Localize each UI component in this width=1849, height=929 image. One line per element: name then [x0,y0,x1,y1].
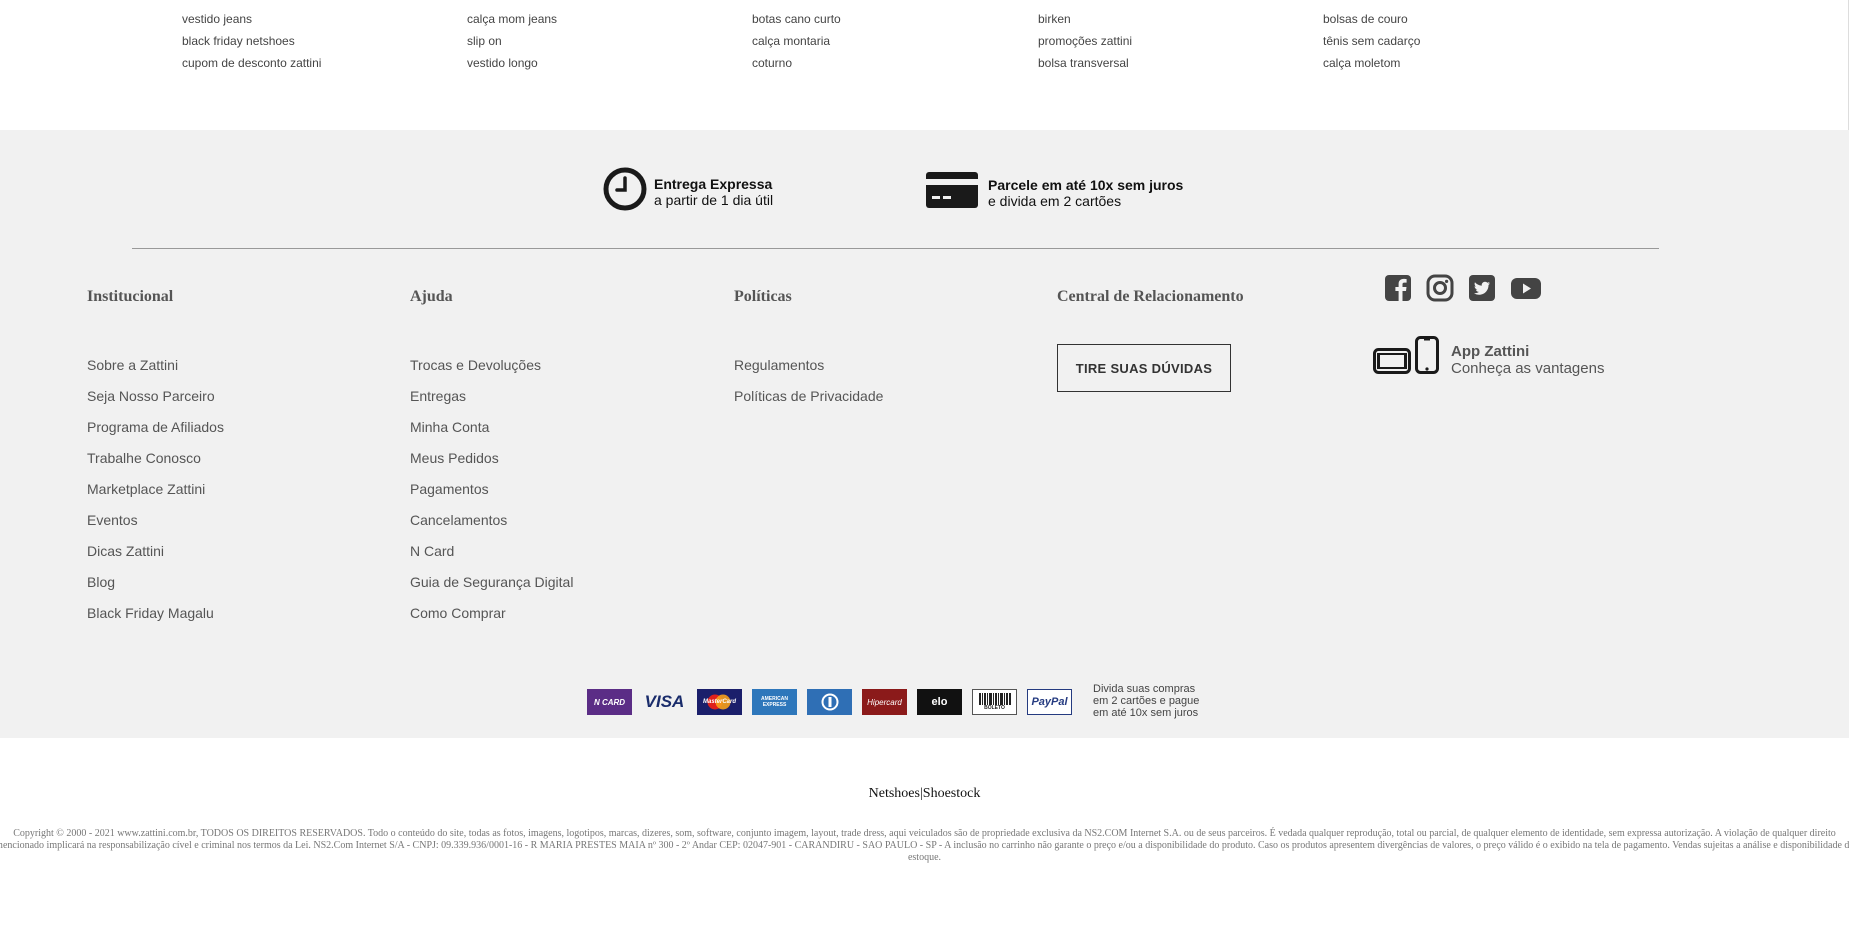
payment-methods: N CARD VISA MasterCard AMERICAN EXPRESS … [587,689,1072,715]
keyword-link[interactable]: bolsas de couro [1323,8,1420,30]
payment-label: elo [931,696,948,708]
installments-note-line: em até 10x sem juros [1093,707,1199,719]
keyword-column-2: calça mom jeans slip on vestido longo [467,8,557,74]
keyword-link[interactable]: cupom de desconto zattini [182,52,321,74]
shoestock-link[interactable]: Shoestock [923,786,981,801]
social-links [1384,274,1542,302]
payment-label: PayPal [1031,696,1068,708]
payment-label: BOLETO [984,705,1005,711]
footer-link[interactable]: Entregas [410,381,573,412]
keyword-link[interactable]: vestido jeans [182,8,321,30]
footer-link[interactable]: Programa de Afiliados [87,412,224,443]
keyword-link[interactable]: calça mom jeans [467,8,557,30]
elo-payment-icon: elo [917,689,962,715]
group-brands: Netshoes|Shoestock [0,786,1849,802]
footer-link[interactable]: Dicas Zattini [87,536,224,567]
instagram-icon[interactable] [1426,274,1454,302]
visa-payment-icon: VISA [642,689,687,715]
express-delivery-subtitle: a partir de 1 dia útil [654,191,774,208]
youtube-icon[interactable] [1510,274,1542,302]
keyword-link[interactable]: tênis sem cadarço [1323,30,1420,52]
footer-link[interactable]: Blog [87,567,224,598]
installments-text: Parcele em até 10x sem juros e divida em… [988,177,1183,209]
installments-subtitle: e divida em 2 cartões [988,192,1122,209]
twitter-icon[interactable] [1468,274,1496,302]
footer-link[interactable]: Sobre a Zattini [87,350,224,381]
footer-link[interactable]: Trocas e Devoluções [410,350,573,381]
keyword-link[interactable]: calça moletom [1323,52,1420,74]
keyword-link[interactable]: promoções zattini [1038,30,1132,52]
keyword-link[interactable]: slip on [467,30,557,52]
installments-note: Divida suas compras em 2 cartões e pague… [1093,683,1213,719]
footer-link[interactable]: Seja Nosso Parceiro [87,381,224,412]
installments-note-line: em 2 cartões e pague [1093,695,1200,707]
app-text: App Zattini Conheça as vantagens [1451,343,1604,377]
footer-link[interactable]: Trabalhe Conosco [87,443,224,474]
installments-note-line: Divida suas compras [1093,683,1196,695]
keyword-link[interactable]: black friday netshoes [182,30,321,52]
installments-title: Parcele em até 10x sem juros [988,176,1184,193]
keyword-column-3: botas cano curto calça montaria coturno [752,8,841,74]
app-promo[interactable]: App Zattini Conheça as vantagens [1373,336,1604,379]
keyword-links: vestido jeans black friday netshoes cupo… [0,0,1849,130]
installments-benefit: Parcele em até 10x sem juros e divida em… [926,172,1183,213]
diners-payment-icon [807,689,852,715]
footer-link[interactable]: Pagamentos [410,474,573,505]
keyword-link[interactable]: coturno [752,52,841,74]
site-footer: Entrega Expressa a partir de 1 dia útil … [0,130,1849,738]
footer-link[interactable]: Políticas de Privacidade [734,381,883,412]
keyword-link[interactable]: calça montaria [752,30,841,52]
footer-link[interactable]: Cancelamentos [410,505,573,536]
app-subtitle: Conheça as vantagens [1451,360,1605,377]
payment-label: VISA [644,692,685,711]
mastercard-payment-icon: MasterCard [697,689,742,715]
footer-link[interactable]: Regulamentos [734,350,883,381]
facebook-icon[interactable] [1384,274,1412,302]
clock-icon [603,167,647,216]
netshoes-link[interactable]: Netshoes [869,786,920,801]
ajuda-links: Trocas e Devoluções Entregas Minha Conta… [410,350,573,629]
hipercard-payment-icon: Hipercard [862,689,907,715]
keyword-link[interactable]: bolsa transversal [1038,52,1132,74]
column-title-central: Central de Relacionamento [1057,288,1244,305]
footer-link[interactable]: Marketplace Zattini [87,474,224,505]
footer-link[interactable]: Black Friday Magalu [87,598,224,629]
payment-label: Hipercard [867,697,902,707]
copyright-text: Copyright © 2000 - 2021 www.zattini.com.… [0,828,1849,863]
footer-link[interactable]: Minha Conta [410,412,573,443]
amex-payment-icon: AMERICAN EXPRESS [752,689,797,715]
tablet-icon [1373,336,1411,379]
keyword-column-1: vestido jeans black friday netshoes cupo… [182,8,321,74]
footer-link[interactable]: Como Comprar [410,598,573,629]
keyword-column-4: birken promoções zattini bolsa transvers… [1038,8,1132,74]
express-delivery-text: Entrega Expressa a partir de 1 dia útil [654,176,773,208]
credit-card-icon [926,172,978,213]
smartphone-icon [1415,336,1439,379]
paypal-payment-icon: PayPal [1027,689,1072,715]
keyword-link[interactable]: birken [1038,8,1132,30]
payment-label: AMERICAN EXPRESS [761,696,788,708]
column-title-politicas: Políticas [734,288,792,305]
politicas-links: Regulamentos Políticas de Privacidade [734,350,883,412]
payment-label: MasterCard [702,699,736,705]
app-title: App Zattini [1451,343,1530,360]
keyword-link[interactable]: vestido longo [467,52,557,74]
express-delivery-title: Entrega Expressa [654,175,773,192]
payment-label: N CARD [593,697,626,707]
express-delivery-benefit: Entrega Expressa a partir de 1 dia útil [603,167,773,216]
section-divider [132,248,1659,249]
help-button[interactable]: TIRE SUAS DÚVIDAS [1057,344,1231,392]
ncard-payment-icon: N CARD [587,689,632,715]
footer-link[interactable]: Meus Pedidos [410,443,573,474]
column-title-institucional: Institucional [87,288,174,305]
footer-link[interactable]: Eventos [87,505,224,536]
institucional-links: Sobre a Zattini Seja Nosso Parceiro Prog… [87,350,224,629]
keyword-link[interactable]: botas cano curto [752,8,841,30]
footer-link[interactable]: Guia de Segurança Digital [410,567,573,598]
boleto-payment-icon: BOLETO [972,689,1017,715]
footer-link[interactable]: N Card [410,536,573,567]
keyword-column-5: bolsas de couro tênis sem cadarço calça … [1323,8,1420,74]
column-title-ajuda: Ajuda [410,288,453,305]
